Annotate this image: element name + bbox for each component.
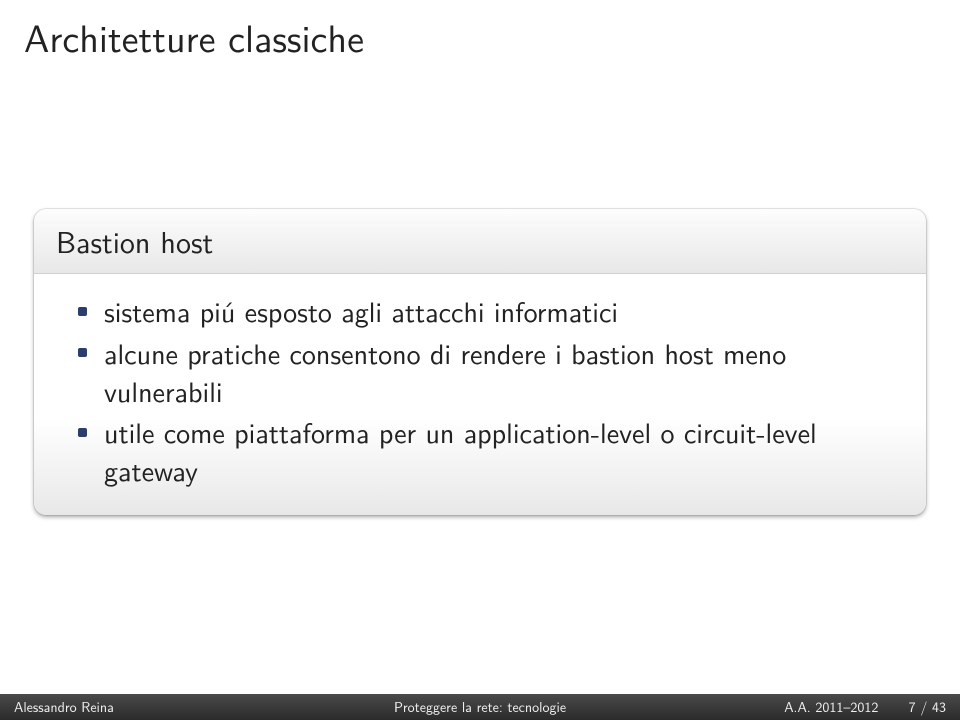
block-body: sistema piú esposto agli attacchi inform…: [34, 274, 926, 515]
footer: Alessandro Reina Proteggere la rete: tec…: [0, 694, 960, 720]
block-bastion-host: Bastion host sistema piú esposto agli at…: [34, 209, 926, 515]
footer-date: A.A. 2011–2012: [784, 697, 878, 717]
list-item: alcune pratiche consentono di rendere i …: [78, 334, 904, 410]
list-item: sistema piú esposto agli attacchi inform…: [78, 292, 904, 330]
footer-author: Alessandro Reina: [14, 697, 296, 717]
content-area: Bastion host sistema piú esposto agli at…: [0, 64, 960, 720]
slide: Architetture classiche Bastion host sist…: [0, 0, 960, 720]
block-heading: Bastion host: [34, 209, 926, 274]
list-item: utile come piattaforma per un applicatio…: [78, 413, 904, 489]
footer-right: A.A. 2011–2012 7 / 43: [664, 697, 946, 717]
footer-topic: Proteggere la rete: tecnologie: [296, 697, 663, 717]
footer-page: 7 / 43: [909, 697, 946, 717]
bullet-list: sistema piú esposto agli attacchi inform…: [78, 292, 904, 489]
slide-title: Architetture classiche: [0, 0, 960, 64]
